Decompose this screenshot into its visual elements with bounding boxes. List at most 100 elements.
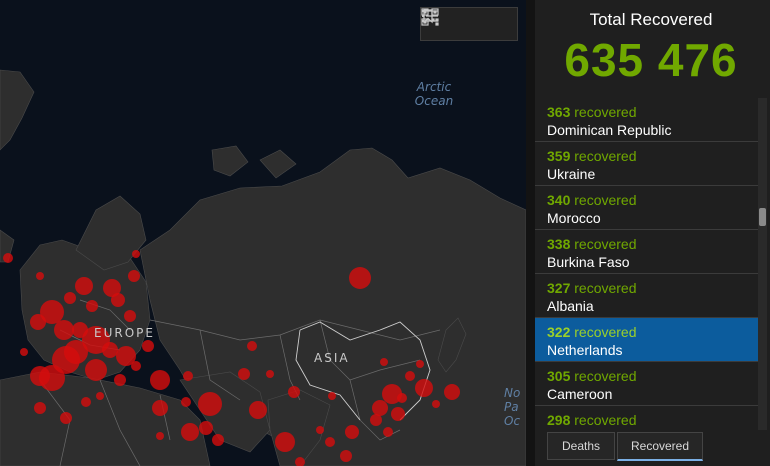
map-toolbar <box>420 7 518 41</box>
recovered-count-line: 298 recovered <box>547 412 758 428</box>
case-marker[interactable] <box>124 310 136 322</box>
total-recovered-title: Total Recovered <box>589 10 713 29</box>
case-marker[interactable] <box>316 426 324 434</box>
list-item[interactable]: 298 recovered <box>535 406 758 430</box>
country-name: Dominican Republic <box>547 122 672 138</box>
case-marker[interactable] <box>372 400 388 416</box>
map-view[interactable]: Arctic Ocean No Pa Oc EUROPE ASIA <box>0 0 526 466</box>
tab-recovered[interactable]: Recovered <box>617 432 703 461</box>
case-marker[interactable] <box>156 432 164 440</box>
case-marker[interactable] <box>340 450 352 462</box>
recovered-count: 338 <box>547 236 571 252</box>
list-scrollbar[interactable] <box>758 98 767 430</box>
recovered-list[interactable]: 363 recovered Dominican Republic 359 recov… <box>535 98 758 430</box>
case-marker[interactable] <box>30 314 46 330</box>
recovered-count-line: 338 recovered <box>547 236 758 252</box>
recovered-count-line: 305 recovered <box>547 368 758 384</box>
case-marker[interactable] <box>86 300 98 312</box>
case-marker[interactable] <box>96 392 104 400</box>
recovered-count: 363 <box>547 104 571 120</box>
country-name: Burkina Faso <box>547 254 630 270</box>
list-item[interactable]: 322 recovered Netherlands <box>535 318 758 362</box>
recovered-count: 359 <box>547 148 571 164</box>
asia-label: ASIA <box>314 351 350 365</box>
case-marker[interactable] <box>183 371 193 381</box>
case-marker[interactable] <box>275 432 295 452</box>
list-item[interactable]: 363 recovered Dominican Republic <box>535 98 758 142</box>
country-name: Albania <box>547 298 594 314</box>
recovered-count: 322 <box>547 324 571 340</box>
recovered-suffix: recovered <box>574 192 637 208</box>
case-marker[interactable] <box>36 272 44 280</box>
case-marker[interactable] <box>383 427 393 437</box>
case-marker[interactable] <box>60 412 72 424</box>
case-marker[interactable] <box>131 361 141 371</box>
case-marker[interactable] <box>64 292 76 304</box>
case-marker[interactable] <box>181 397 191 407</box>
case-marker[interactable] <box>150 370 170 390</box>
case-marker[interactable] <box>128 270 140 282</box>
case-marker[interactable] <box>181 423 199 441</box>
case-markers <box>3 250 460 466</box>
case-marker[interactable] <box>432 400 440 408</box>
case-marker[interactable] <box>397 393 407 403</box>
recovered-count: 298 <box>547 412 571 428</box>
case-marker[interactable] <box>3 253 13 263</box>
case-marker[interactable] <box>349 267 371 289</box>
case-marker[interactable] <box>249 401 267 419</box>
case-marker[interactable] <box>34 402 46 414</box>
case-marker[interactable] <box>266 370 274 378</box>
case-marker[interactable] <box>198 392 222 416</box>
list-item[interactable]: 359 recovered Ukraine <box>535 142 758 186</box>
case-marker[interactable] <box>325 437 335 447</box>
case-marker[interactable] <box>54 320 74 340</box>
tab-bar: Deaths Recovered <box>535 430 770 466</box>
qr-grid-icon[interactable] <box>421 8 514 37</box>
case-marker[interactable] <box>380 358 388 366</box>
legend-list-icon[interactable] <box>422 10 482 37</box>
case-marker[interactable] <box>328 392 336 400</box>
list-item[interactable]: 338 recovered Burkina Faso <box>535 230 758 274</box>
case-marker[interactable] <box>20 348 28 356</box>
case-marker[interactable] <box>238 368 250 380</box>
country-name: Morocco <box>547 210 601 226</box>
case-marker[interactable] <box>415 379 433 397</box>
case-marker[interactable] <box>288 386 300 398</box>
case-marker[interactable] <box>102 342 118 358</box>
panel-divider[interactable] <box>526 0 535 466</box>
europe-label: EUROPE <box>94 326 155 340</box>
recovered-suffix: recovered <box>574 104 637 120</box>
list-item[interactable]: 305 recovered Cameroon <box>535 362 758 406</box>
scrollbar-thumb[interactable] <box>759 208 766 226</box>
case-marker[interactable] <box>132 250 140 258</box>
recovered-suffix: recovered <box>574 324 637 340</box>
case-marker[interactable] <box>111 293 125 307</box>
case-marker[interactable] <box>405 371 415 381</box>
case-marker[interactable] <box>295 457 305 466</box>
recovered-count-line: 327 recovered <box>547 280 758 296</box>
case-marker[interactable] <box>370 414 382 426</box>
list-item[interactable]: 327 recovered Albania <box>535 274 758 318</box>
case-marker[interactable] <box>85 359 107 381</box>
case-marker[interactable] <box>247 341 257 351</box>
recovered-count-line: 340 recovered <box>547 192 758 208</box>
case-marker[interactable] <box>142 340 154 352</box>
case-marker[interactable] <box>391 407 405 421</box>
total-recovered-value: 635 476 <box>564 34 738 86</box>
recovered-suffix: recovered <box>574 148 637 164</box>
case-marker[interactable] <box>345 425 359 439</box>
case-marker[interactable] <box>81 397 91 407</box>
case-marker[interactable] <box>416 360 424 368</box>
recovered-suffix: recovered <box>574 368 637 384</box>
case-marker[interactable] <box>75 277 93 295</box>
case-marker[interactable] <box>152 400 168 416</box>
country-name: Ukraine <box>547 166 596 182</box>
list-item[interactable]: 340 recovered Morocco <box>535 186 758 230</box>
case-marker[interactable] <box>114 374 126 386</box>
case-marker[interactable] <box>30 366 50 386</box>
case-marker[interactable] <box>199 421 213 435</box>
recovered-count: 305 <box>547 368 571 384</box>
case-marker[interactable] <box>212 434 224 446</box>
case-marker[interactable] <box>444 384 460 400</box>
tab-deaths[interactable]: Deaths <box>547 432 615 460</box>
